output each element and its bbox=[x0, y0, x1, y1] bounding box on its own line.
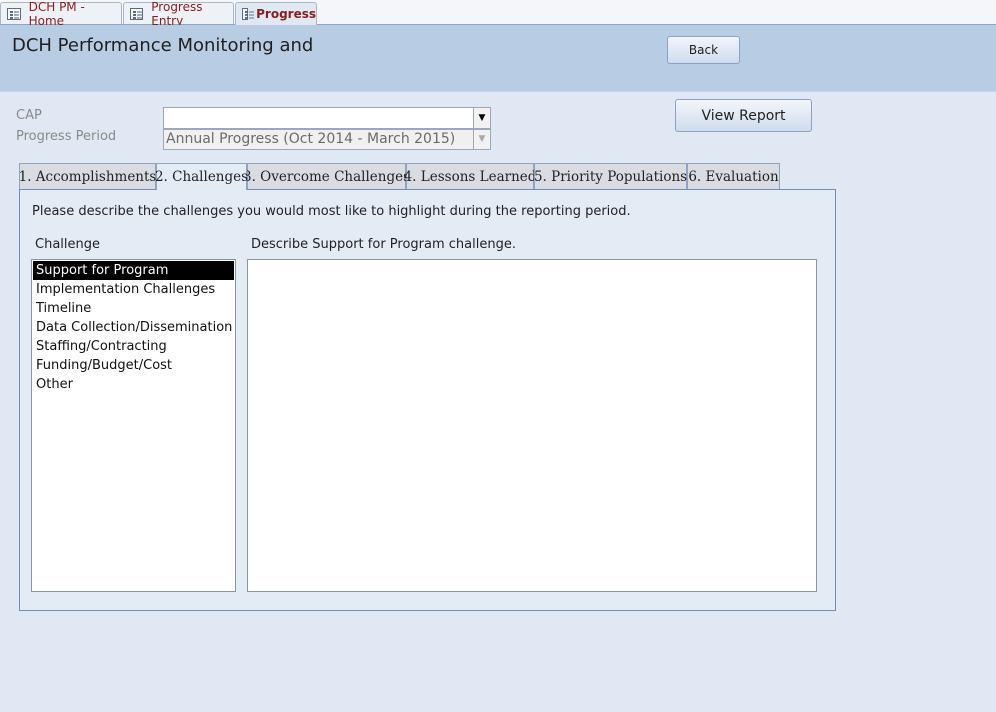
progress-period-value: Annual Progress (Oct 2014 - March 2015) bbox=[166, 131, 456, 147]
list-item[interactable]: Staffing/Contracting bbox=[33, 337, 234, 356]
doc-tab-progress-entry[interactable]: Progress Entry bbox=[123, 0, 234, 28]
form-icon bbox=[7, 7, 21, 20]
list-item[interactable]: Timeline bbox=[33, 299, 234, 318]
form-icon bbox=[242, 8, 255, 20]
form-header: DCH Performance Monitoring and Back bbox=[0, 25, 996, 92]
doc-tab-home[interactable]: DCH PM - Home bbox=[0, 0, 122, 28]
doc-tab-label: Progress Entry bbox=[151, 0, 203, 28]
list-item[interactable]: Support for Program bbox=[33, 261, 234, 280]
page-title: DCH Performance Monitoring and bbox=[12, 35, 314, 56]
description-label: Describe Support for Program challenge. bbox=[251, 237, 516, 252]
progress-period-label: Progress Period bbox=[16, 129, 117, 144]
challenge-list-label: Challenge bbox=[35, 237, 100, 252]
cap-combobox[interactable]: ▼ bbox=[163, 107, 491, 129]
form-icon bbox=[130, 7, 144, 20]
document-tab-bar: DCH PM - Home Progress Entry Progress bbox=[0, 0, 996, 28]
list-item[interactable]: Data Collection/Dissemination bbox=[33, 318, 234, 337]
doc-tab-progress[interactable]: Progress bbox=[235, 2, 317, 25]
doc-tab-label: Progress bbox=[256, 7, 316, 21]
chevron-down-icon[interactable]: ▼ bbox=[473, 108, 490, 128]
challenges-panel: Please describe the challenges you would… bbox=[19, 189, 836, 611]
tab-accomplishments[interactable]: 1. Accomplishments bbox=[19, 163, 156, 189]
back-button[interactable]: Back bbox=[667, 36, 740, 64]
list-item[interactable]: Implementation Challenges bbox=[33, 280, 234, 299]
instruction-text: Please describe the challenges you would… bbox=[32, 204, 631, 219]
view-report-button[interactable]: View Report bbox=[675, 99, 812, 132]
doc-tab-label: DCH PM - Home bbox=[28, 0, 85, 28]
tab-challenges[interactable]: 2. Challenges bbox=[155, 163, 248, 190]
list-item[interactable]: Other bbox=[33, 375, 234, 394]
cap-label: CAP bbox=[16, 108, 42, 123]
challenge-listbox[interactable]: Support for Program Implementation Chall… bbox=[31, 259, 236, 592]
tab-evaluation[interactable]: 6. Evaluation bbox=[687, 163, 780, 189]
tab-priority-populations[interactable]: 5. Priority Populations bbox=[534, 163, 687, 189]
chevron-down-icon[interactable]: ▼ bbox=[473, 130, 490, 149]
tab-overcome-challenges[interactable]: 3. Overcome Challenges bbox=[243, 163, 410, 189]
list-item[interactable]: Funding/Budget/Cost bbox=[33, 356, 234, 375]
tab-lessons-learned[interactable]: 4. Lessons Learned bbox=[404, 163, 536, 189]
description-textarea[interactable] bbox=[247, 259, 817, 592]
progress-period-combobox[interactable]: Annual Progress (Oct 2014 - March 2015) … bbox=[163, 129, 491, 150]
